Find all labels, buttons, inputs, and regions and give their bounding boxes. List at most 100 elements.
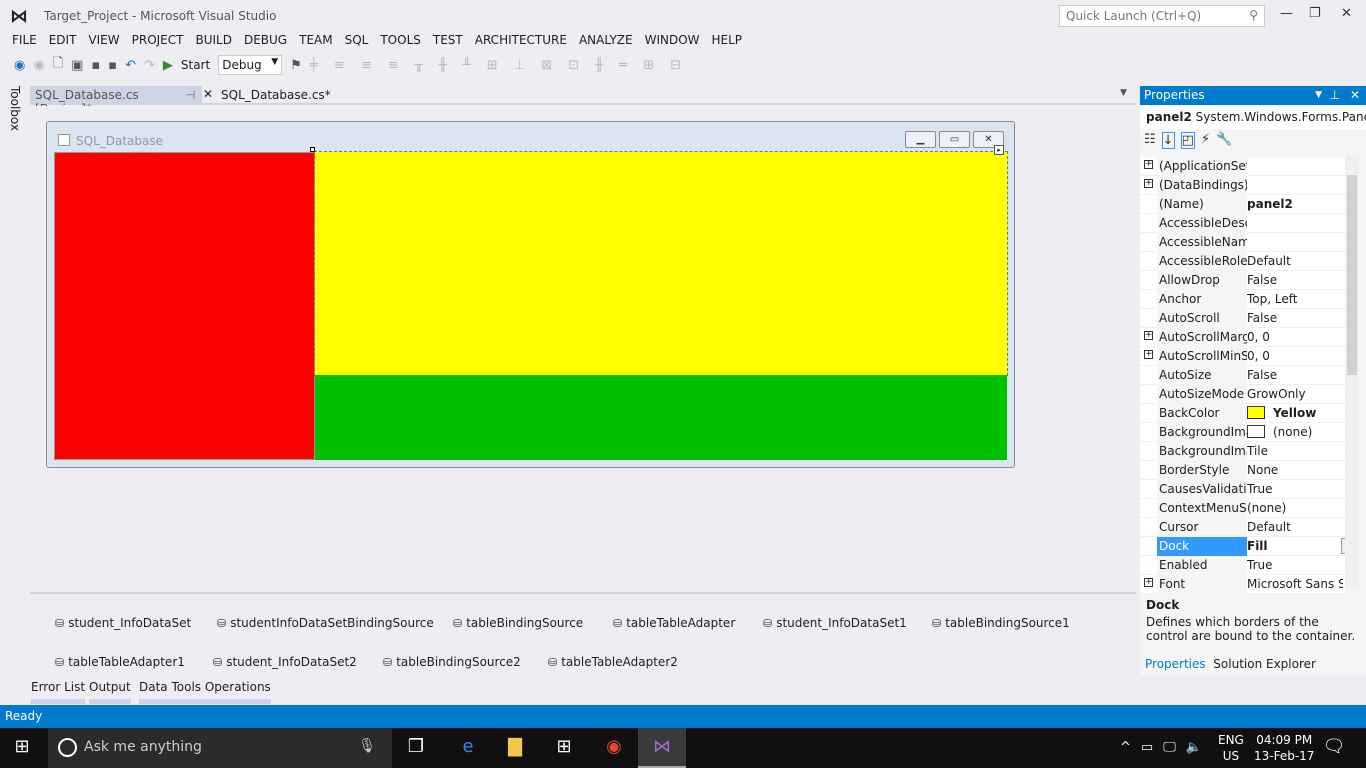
tab-design[interactable]: SQL_Database.cs [Design]* <box>30 86 202 116</box>
property-row[interactable]: + AutoScrollMinSi 0, 0 <box>1140 347 1345 366</box>
property-value[interactable]: True <box>1247 482 1343 496</box>
property-row[interactable]: AutoSizeMode GrowOnly <box>1140 385 1345 404</box>
property-row[interactable]: + (DataBindings) <box>1140 176 1345 195</box>
maximize-button[interactable]: ❐ <box>1309 6 1321 21</box>
property-value[interactable]: Default <box>1247 520 1343 534</box>
forward-icon[interactable]: ◉ <box>33 58 44 73</box>
menu-build[interactable]: BUILD <box>195 31 231 51</box>
pin-icon[interactable]: ⊥ <box>1330 88 1340 102</box>
network-icon[interactable]: 🖵 <box>1163 740 1186 755</box>
property-row[interactable]: BackColor Yellow <box>1140 404 1345 423</box>
property-row[interactable]: Cursor Default <box>1140 518 1345 537</box>
expand-icon[interactable]: + <box>1144 350 1153 359</box>
property-row[interactable]: BackgroundIma Tile <box>1140 442 1345 461</box>
smart-tag-icon[interactable]: ▸ <box>994 145 1004 155</box>
property-value[interactable]: (none) <box>1247 501 1343 515</box>
property-row[interactable]: BackgroundIma (none) <box>1140 423 1345 442</box>
property-row[interactable]: AccessibleDescr <box>1140 214 1345 233</box>
tray-component[interactable]: ⛁ student_InfoDataSet2 <box>213 655 357 669</box>
property-row[interactable]: CausesValidatiorTrue <box>1140 480 1345 499</box>
tab-code[interactable]: SQL_Database.cs* <box>216 86 336 105</box>
property-value[interactable]: panel2 <box>1247 197 1343 211</box>
action-center-icon[interactable]: 🗨 <box>1322 736 1346 757</box>
menu-file[interactable]: FILE <box>12 31 37 51</box>
property-value[interactable]: False <box>1247 368 1343 382</box>
property-value[interactable]: Default <box>1247 254 1343 268</box>
expand-icon[interactable]: + <box>1144 331 1153 340</box>
property-pages-icon[interactable]: 🔧 <box>1216 132 1232 149</box>
task-view-icon[interactable]: ❐ <box>404 736 428 757</box>
property-row[interactable]: DockFill▼ <box>1140 537 1357 556</box>
form-minimize-button[interactable]: ▁ <box>905 131 936 148</box>
start-icon[interactable]: ▶ <box>163 58 173 73</box>
property-row[interactable]: (Name) panel2 <box>1140 195 1345 214</box>
property-row[interactable]: + Font Microsoft Sans Se <box>1140 575 1345 594</box>
menu-test[interactable]: TEST <box>433 31 463 51</box>
scrollbar-thumb[interactable] <box>1347 175 1357 375</box>
configuration-select[interactable]: Debug ▼ <box>218 55 283 75</box>
property-grid-scrollbar[interactable] <box>1345 157 1359 589</box>
tray-component[interactable]: ⛁ tableTableAdapter2 <box>548 655 678 669</box>
attach-icon[interactable]: ⚑ <box>290 58 302 73</box>
chrome-icon[interactable]: ◉ <box>602 736 626 757</box>
tray-component[interactable]: ⛁ tableTableAdapter <box>613 616 735 630</box>
expand-icon[interactable]: + <box>1144 578 1153 587</box>
tray-component[interactable]: ⛁ tableTableAdapter1 <box>55 655 185 669</box>
minimize-button[interactable]: — <box>1280 6 1293 21</box>
menu-debug[interactable]: DEBUG <box>244 31 287 51</box>
property-value[interactable]: 0, 0 <box>1247 349 1343 363</box>
file-explorer-icon[interactable]: ▇ <box>503 736 527 757</box>
property-row[interactable]: Enabled True <box>1140 556 1345 575</box>
property-row[interactable]: AutoScroll False <box>1140 309 1345 328</box>
property-row[interactable]: BorderStyle None <box>1140 461 1345 480</box>
property-value[interactable]: Top, Left <box>1247 292 1343 306</box>
tray-icons[interactable]: ^▭🖵🔈 <box>1120 740 1212 755</box>
expand-icon[interactable]: + <box>1144 179 1153 188</box>
menu-architecture[interactable]: ARCHITECTURE <box>475 31 567 51</box>
tab-properties[interactable]: Properties <box>1145 657 1206 671</box>
resize-handle[interactable] <box>310 147 315 152</box>
tab-solution-explorer[interactable]: Solution Explorer <box>1213 657 1316 671</box>
tab-error-list[interactable]: Error List <box>31 680 86 704</box>
menu-view[interactable]: VIEW <box>88 31 119 51</box>
panel2-yellow[interactable] <box>314 151 1008 376</box>
close-icon[interactable]: ✕ <box>1350 88 1360 102</box>
toolbox-tab[interactable]: Toolbox <box>8 86 22 131</box>
layout-align-icons[interactable]: ╪ ≡ ≡ ≡ ╥ ╫ ╨ ⊞ ⊥ ⊠ ⊡ ╫ ═ ⊞ ⊟ <box>310 58 687 73</box>
redo-icon[interactable]: ↷ <box>144 58 155 73</box>
property-value[interactable]: Yellow <box>1247 406 1343 420</box>
events-icon[interactable]: ⚡ <box>1201 132 1210 149</box>
tab-output[interactable]: Output <box>89 680 131 704</box>
categorized-icon[interactable]: ☷ <box>1144 132 1156 149</box>
visual-studio-taskbar-button[interactable]: ⋈ <box>638 728 686 768</box>
windows-start-icon[interactable]: ⊞ <box>10 736 34 757</box>
microphone-icon[interactable]: 🎙 <box>358 738 376 754</box>
tray-component[interactable]: ⛁ student_InfoDataSet1 <box>763 616 907 630</box>
menu-edit[interactable]: EDIT <box>49 31 77 51</box>
tray-component[interactable]: ⛁ tableBindingSource2 <box>383 655 521 669</box>
menu-help[interactable]: HELP <box>712 31 743 51</box>
property-value[interactable]: Microsoft Sans Se <box>1247 577 1343 591</box>
property-value[interactable]: True <box>1247 558 1343 572</box>
menu-team[interactable]: TEAM <box>299 31 332 51</box>
property-row[interactable]: AccessibleRole Default <box>1140 252 1345 271</box>
panel1-red[interactable] <box>54 152 315 460</box>
battery-icon[interactable]: ▭ <box>1141 740 1163 755</box>
new-project-icon[interactable]: 🗋 <box>53 54 63 76</box>
property-value[interactable]: False <box>1247 311 1343 325</box>
edge-icon[interactable]: e <box>456 736 480 757</box>
property-row[interactable]: + AutoScrollMargi 0, 0 <box>1140 328 1345 347</box>
panel3-green[interactable] <box>315 375 1007 460</box>
property-value[interactable]: Tile <box>1247 444 1343 458</box>
property-value[interactable]: None <box>1247 463 1343 477</box>
undo-icon[interactable]: ↶ <box>125 58 136 73</box>
properties-icon[interactable]: ◰ <box>1180 132 1195 149</box>
property-row[interactable]: + (ApplicationSett <box>1140 157 1345 176</box>
close-button[interactable]: ✕ <box>1341 6 1352 21</box>
tray-component[interactable]: ⛁ student_InfoDataSet <box>55 616 191 630</box>
dropdown-icon[interactable]: ▼ <box>1315 90 1322 100</box>
pin-icon[interactable]: ⊣ <box>185 88 195 102</box>
property-value[interactable]: False <box>1247 273 1343 287</box>
close-tab-icon[interactable]: ✕ <box>203 87 213 101</box>
menu-window[interactable]: WINDOW <box>645 31 700 51</box>
